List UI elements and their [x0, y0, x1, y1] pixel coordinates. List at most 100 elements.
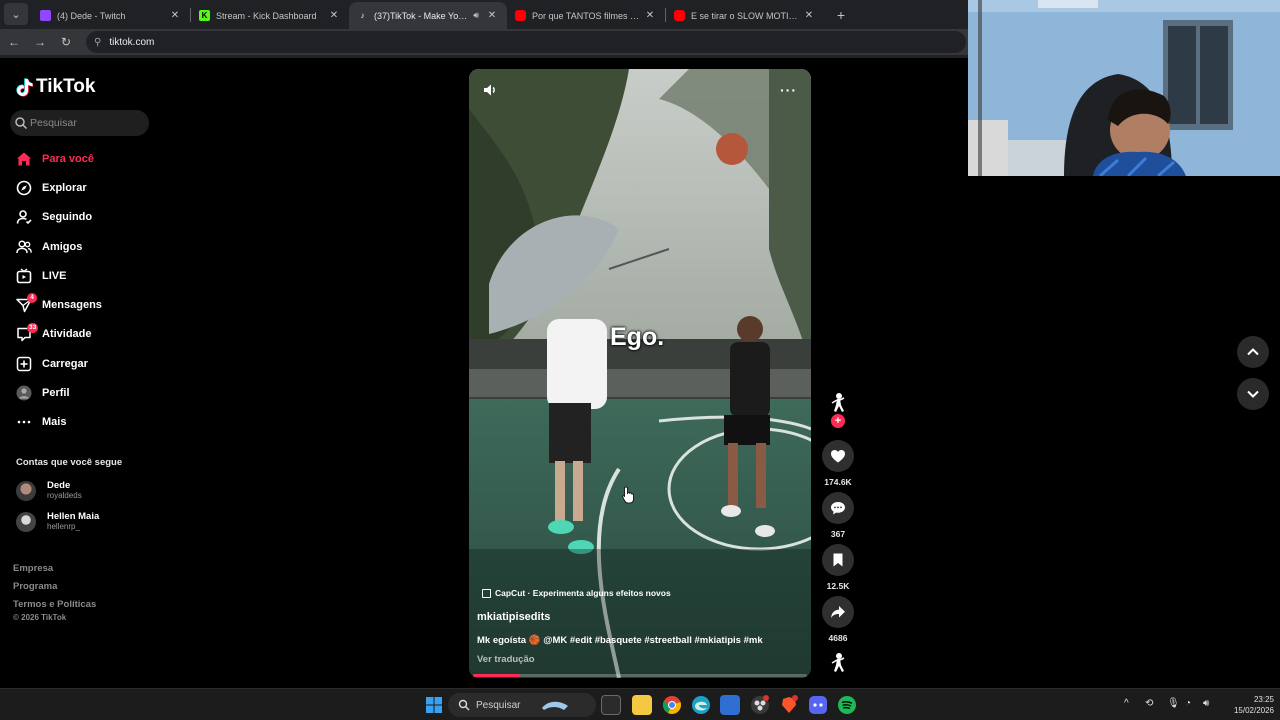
taskbar-search[interactable]: Pesquisar: [448, 693, 596, 717]
search-highlight-icon: [542, 701, 569, 710]
spotify-icon[interactable]: [837, 695, 857, 715]
share-icon: [831, 606, 845, 618]
follow-button[interactable]: +: [831, 414, 845, 428]
windows-start-icon[interactable]: [424, 695, 444, 715]
obs-icon[interactable]: [750, 695, 770, 715]
browser-tab[interactable]: E se tirar o SLOW MOTION de c ✕: [666, 2, 824, 29]
following-account[interactable]: Dede royaldeds: [16, 480, 82, 501]
forward-icon[interactable]: →: [28, 31, 52, 53]
video-overlay-text: Ego.: [610, 323, 665, 351]
music-disc-icon[interactable]: [824, 650, 852, 678]
more-icon: [16, 414, 32, 430]
browser-tab[interactable]: Por que TANTOS filmes bons nã ✕: [507, 2, 665, 29]
browser-tab[interactable]: K Stream - Kick Dashboard ✕: [191, 2, 349, 29]
browser-tab[interactable]: (4) Dede - Twitch ✕: [32, 2, 190, 29]
sidebar-item-carregar[interactable]: Carregar: [16, 349, 156, 378]
sidebar-item-label: Seguindo: [42, 211, 93, 224]
footer-link-termos[interactable]: Termos e Políticas: [13, 596, 96, 614]
effect-link[interactable]: CapCut · Experimenta alguns efeitos novo…: [482, 588, 671, 598]
sidebar-item-live[interactable]: LIVE: [16, 261, 156, 290]
sidebar-item-label: Mais: [42, 416, 67, 429]
footer-link-programa[interactable]: Programa: [13, 578, 96, 596]
comment-icon: [831, 502, 845, 515]
close-icon[interactable]: ✕: [327, 10, 341, 21]
activity-badge: 33: [27, 322, 39, 333]
sidebar-item-label: Mensagens: [42, 299, 102, 312]
see-translation-link[interactable]: Ver tradução: [477, 654, 535, 665]
comment-button[interactable]: 367: [822, 492, 854, 539]
video-author[interactable]: mkiatipisedits: [477, 611, 550, 623]
chevron-down-icon: [1247, 390, 1259, 398]
bookmark-icon: [833, 553, 843, 567]
tiktok-icon: [16, 77, 33, 97]
video-progress-fill: [473, 674, 520, 677]
sidebar-nav: Para você Explorar Seguindo Amigos LIVE …: [16, 144, 156, 437]
volume-icon[interactable]: [482, 82, 498, 98]
search-input[interactable]: Pesquisar: [10, 110, 149, 136]
sidebar-item-amigos[interactable]: Amigos: [16, 232, 156, 261]
share-button[interactable]: 4686: [822, 596, 854, 643]
following-account[interactable]: Hellen Maia hellenrp_: [16, 511, 99, 532]
close-icon[interactable]: ✕: [802, 10, 816, 21]
previous-video-button[interactable]: [1237, 336, 1269, 368]
new-tab-button[interactable]: +: [830, 4, 852, 26]
sidebar-item-mensagens[interactable]: 4 Mensagens: [16, 290, 156, 319]
save-button[interactable]: 12.5K: [822, 544, 854, 591]
more-options-icon[interactable]: ···: [780, 82, 797, 98]
tab-search-button[interactable]: ⌄: [4, 3, 28, 25]
comment-circle[interactable]: [822, 492, 854, 524]
close-icon[interactable]: ✕: [485, 10, 499, 21]
effect-label: CapCut · Experimenta alguns efeitos novo…: [495, 588, 671, 598]
like-button[interactable]: 174.6K: [822, 440, 854, 487]
outlook-icon[interactable]: [720, 695, 740, 715]
close-icon[interactable]: ✕: [168, 10, 182, 21]
edge-icon[interactable]: [691, 695, 711, 715]
sidebar-item-perfil[interactable]: Perfil: [16, 378, 156, 407]
tab-title: Por que TANTOS filmes bons nã: [532, 10, 643, 21]
tiktok-logo[interactable]: TikTok: [16, 76, 95, 98]
chevron-up-icon: [1247, 348, 1259, 356]
search-placeholder: Pesquisar: [30, 117, 77, 129]
discord-icon[interactable]: [808, 695, 828, 715]
sidebar-item-mais[interactable]: Mais: [16, 408, 156, 437]
heart-icon: [831, 450, 845, 463]
video-frame: [469, 69, 811, 678]
reload-icon[interactable]: ↻: [54, 31, 78, 53]
sidebar-item-explorar[interactable]: Explorar: [16, 173, 156, 202]
address-bar[interactable]: ⚲ tiktok.com: [86, 31, 966, 53]
copyright: © 2026 TikTok: [13, 613, 67, 622]
sidebar-item-para-voce[interactable]: Para você: [16, 144, 156, 173]
tab-title: E se tirar o SLOW MOTION de c: [691, 10, 802, 21]
video-player[interactable]: ··· Ego. CapCut · Experimenta alguns efe…: [469, 69, 811, 678]
like-circle[interactable]: [822, 440, 854, 472]
friends-icon: [16, 239, 32, 255]
wifi-icon[interactable]: ◔: [1185, 698, 1191, 709]
home-icon: [16, 151, 32, 167]
task-view-icon[interactable]: [601, 695, 621, 715]
file-explorer-icon[interactable]: [632, 695, 652, 715]
share-circle[interactable]: [822, 596, 854, 628]
live-icon: [16, 268, 32, 284]
messages-badge: 4: [27, 293, 37, 304]
save-circle[interactable]: [822, 544, 854, 576]
site-info-icon[interactable]: ⚲: [94, 37, 101, 48]
sidebar-item-seguindo[interactable]: Seguindo: [16, 203, 156, 232]
close-icon[interactable]: ✕: [643, 10, 657, 21]
twitch-icon: [40, 10, 51, 21]
volume-icon[interactable]: 🔊︎: [1203, 698, 1209, 709]
brave-icon[interactable]: [779, 695, 799, 715]
sidebar: TikTok Pesquisar Para você Explorar Segu…: [0, 58, 160, 688]
browser-tab-active[interactable]: ♪ (37)TikTok - Make Your Day 🔊︎ ✕: [349, 2, 507, 29]
microphone-icon[interactable]: 🎙︎: [1167, 698, 1180, 709]
system-clock[interactable]: 23:25 15/02/2026: [1222, 694, 1274, 716]
sidebar-item-label: LIVE: [42, 269, 67, 282]
next-video-button[interactable]: [1237, 378, 1269, 410]
network-app-icon[interactable]: ⟲: [1145, 698, 1153, 709]
video-progress-bar[interactable]: [473, 674, 807, 677]
chevron-up-icon[interactable]: ^: [1124, 698, 1129, 709]
speaker-icon[interactable]: 🔊︎: [473, 10, 479, 21]
sidebar-item-atividade[interactable]: 33 Atividade: [16, 320, 156, 349]
back-icon[interactable]: ←: [2, 31, 26, 53]
footer-link-empresa[interactable]: Empresa: [13, 560, 96, 578]
chrome-icon[interactable]: [662, 695, 682, 715]
